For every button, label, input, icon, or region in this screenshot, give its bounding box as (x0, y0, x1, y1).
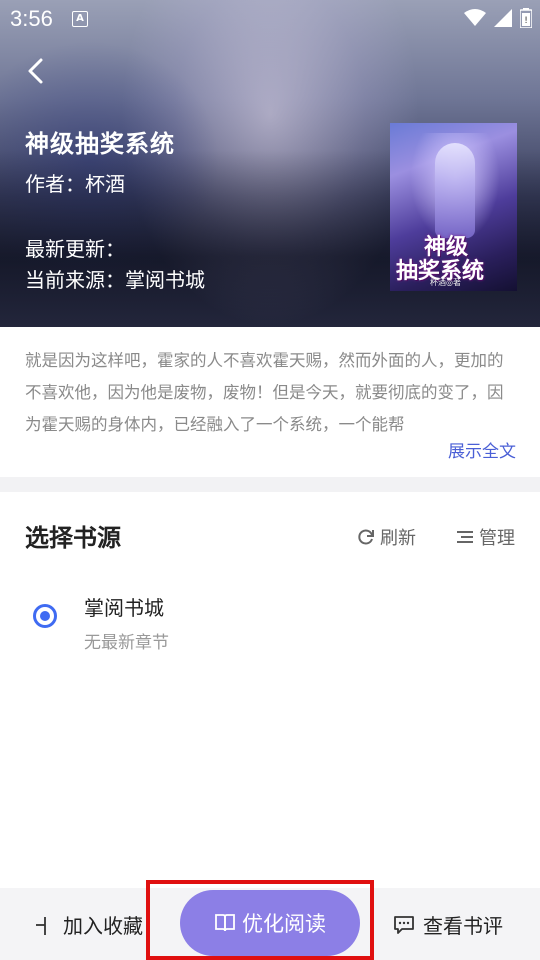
optimize-read-label: 优化阅读 (242, 912, 326, 936)
book-title: 神级抽奖系统 (25, 130, 175, 158)
section-divider (0, 477, 540, 492)
notification-badge: A (72, 11, 88, 27)
status-time: 3:56 (10, 6, 53, 31)
book-description: 就是因为这样吧，霍家的人不喜欢霍天赐，然而外面的人，更加的不喜欢他，因为他是废物… (25, 351, 504, 434)
status-bar: 3:56 A ! (0, 0, 540, 36)
wifi-icon (464, 9, 486, 26)
add-favorite-button[interactable]: 加入收藏 (35, 910, 143, 939)
bottom-action-bar: 加入收藏 优化阅读 查看书评 (0, 888, 540, 960)
source-name: 掌阅书城 (84, 596, 164, 620)
manage-button[interactable]: 管理 (456, 524, 515, 550)
plus-icon (36, 916, 46, 935)
refresh-icon (358, 529, 374, 545)
refresh-button[interactable]: 刷新 (357, 524, 416, 550)
view-reviews-label: 查看书评 (423, 914, 503, 938)
source-list-item[interactable]: 掌阅书城 无最新章节 (0, 580, 540, 660)
manage-list-icon (457, 531, 473, 543)
back-arrow-icon[interactable] (22, 56, 52, 86)
cover-title: 神级 抽奖系统 (396, 234, 485, 284)
latest-update: 最新更新： (25, 237, 125, 261)
source-radio-selected[interactable] (33, 604, 57, 628)
expand-description-link[interactable]: 展示全文 (448, 437, 516, 462)
cellular-signal-icon (494, 9, 512, 27)
book-cover: 神级 抽奖系统 杯酒◎著 (390, 123, 517, 291)
cover-author: 杯酒◎著 (430, 278, 461, 287)
status-icons: ! (464, 7, 532, 29)
svg-text:!: ! (524, 16, 528, 26)
battery-icon: ! (520, 8, 532, 28)
book-header: 3:56 A ! 神级抽奖系统 作者：杯酒 最新更新： 当前来源：掌阅书城 神级… (0, 0, 540, 327)
optimize-read-button[interactable]: 优化阅读 (180, 890, 360, 956)
book-author: 作者：杯酒 (25, 172, 125, 196)
add-favorite-label: 加入收藏 (63, 914, 143, 938)
comment-icon (394, 915, 414, 934)
current-source: 当前来源：掌阅书城 (25, 268, 205, 292)
refresh-label: 刷新 (380, 528, 416, 549)
view-reviews-button[interactable]: 查看书评 (393, 910, 503, 939)
manage-label: 管理 (479, 528, 515, 549)
description-section: 就是因为这样吧，霍家的人不喜欢霍天赐，然而外面的人，更加的不喜欢他，因为他是废物… (0, 327, 540, 477)
book-open-icon (215, 914, 235, 932)
source-subtitle: 无最新章节 (84, 633, 169, 653)
sources-section-title: 选择书源 (25, 524, 121, 552)
cover-figure (435, 143, 475, 238)
